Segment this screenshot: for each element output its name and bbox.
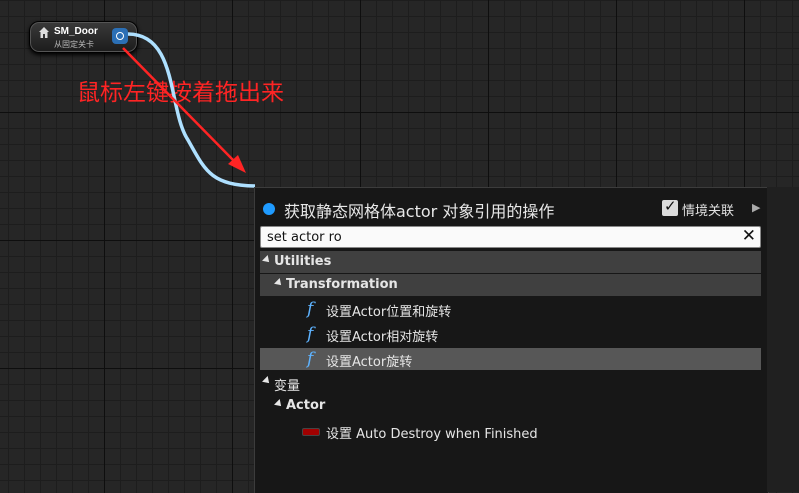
expand-arrow-icon[interactable]: ▶ [752,201,760,214]
search-input[interactable] [267,227,737,247]
action-item-selected[interactable]: f 设置Actor旋转 [260,348,761,370]
function-icon: f [307,299,314,319]
node-subtitle: 从固定关卡 [54,40,94,49]
action-label: 设置 Auto Destroy when Finished [326,427,538,442]
category-variables[interactable]: 变量 [260,372,761,394]
close-icon[interactable]: ✕ [742,226,756,246]
action-label: 设置Actor旋转 [326,355,413,370]
subcategory-label: Transformation [286,277,398,292]
output-pin[interactable] [112,28,128,44]
action-label: 设置Actor相对旋转 [326,330,439,345]
subcategory-label: Actor [286,398,326,413]
node-title: SM_Door [54,26,98,37]
category-label: 变量 [274,379,301,394]
drag-arrow [122,47,246,173]
collapse-triangle-icon[interactable] [262,376,272,386]
object-ref-icon [263,203,275,215]
subcategory-actor[interactable]: Actor [260,395,761,417]
category-label: Utilities [274,254,332,269]
sm-door-node[interactable]: SM_Door 从固定关卡 [29,21,138,53]
connection-wire [127,32,256,188]
action-item[interactable]: f 设置Actor相对旋转 [260,323,761,345]
house-icon [39,27,49,38]
action-menu-title: 获取静态网格体actor 对象引用的操作 [284,202,555,221]
collapse-triangle-icon[interactable] [274,278,284,288]
action-menu: 获取静态网格体actor 对象引用的操作 情境关联 ▶ ✕ Utilities … [254,187,769,493]
action-item[interactable]: 设置 Auto Destroy when Finished [260,420,761,442]
function-icon: f [307,324,314,344]
collapse-triangle-icon[interactable] [262,255,272,265]
search-box[interactable]: ✕ [260,226,761,248]
context-label: 情境关联 [682,204,735,219]
variable-pin-icon [302,428,320,436]
subcategory-transformation[interactable]: Transformation [260,274,761,296]
context-checkbox[interactable] [662,197,678,216]
action-item[interactable]: f 设置Actor位置和旋转 [260,298,761,320]
category-utilities[interactable]: Utilities [260,251,761,273]
action-label: 设置Actor位置和旋转 [326,305,452,320]
annotation-text: 鼠标左键按着拖出来 [77,80,284,106]
function-icon: f [307,349,314,369]
scrollbar[interactable] [767,187,799,492]
collapse-triangle-icon[interactable] [274,399,284,409]
